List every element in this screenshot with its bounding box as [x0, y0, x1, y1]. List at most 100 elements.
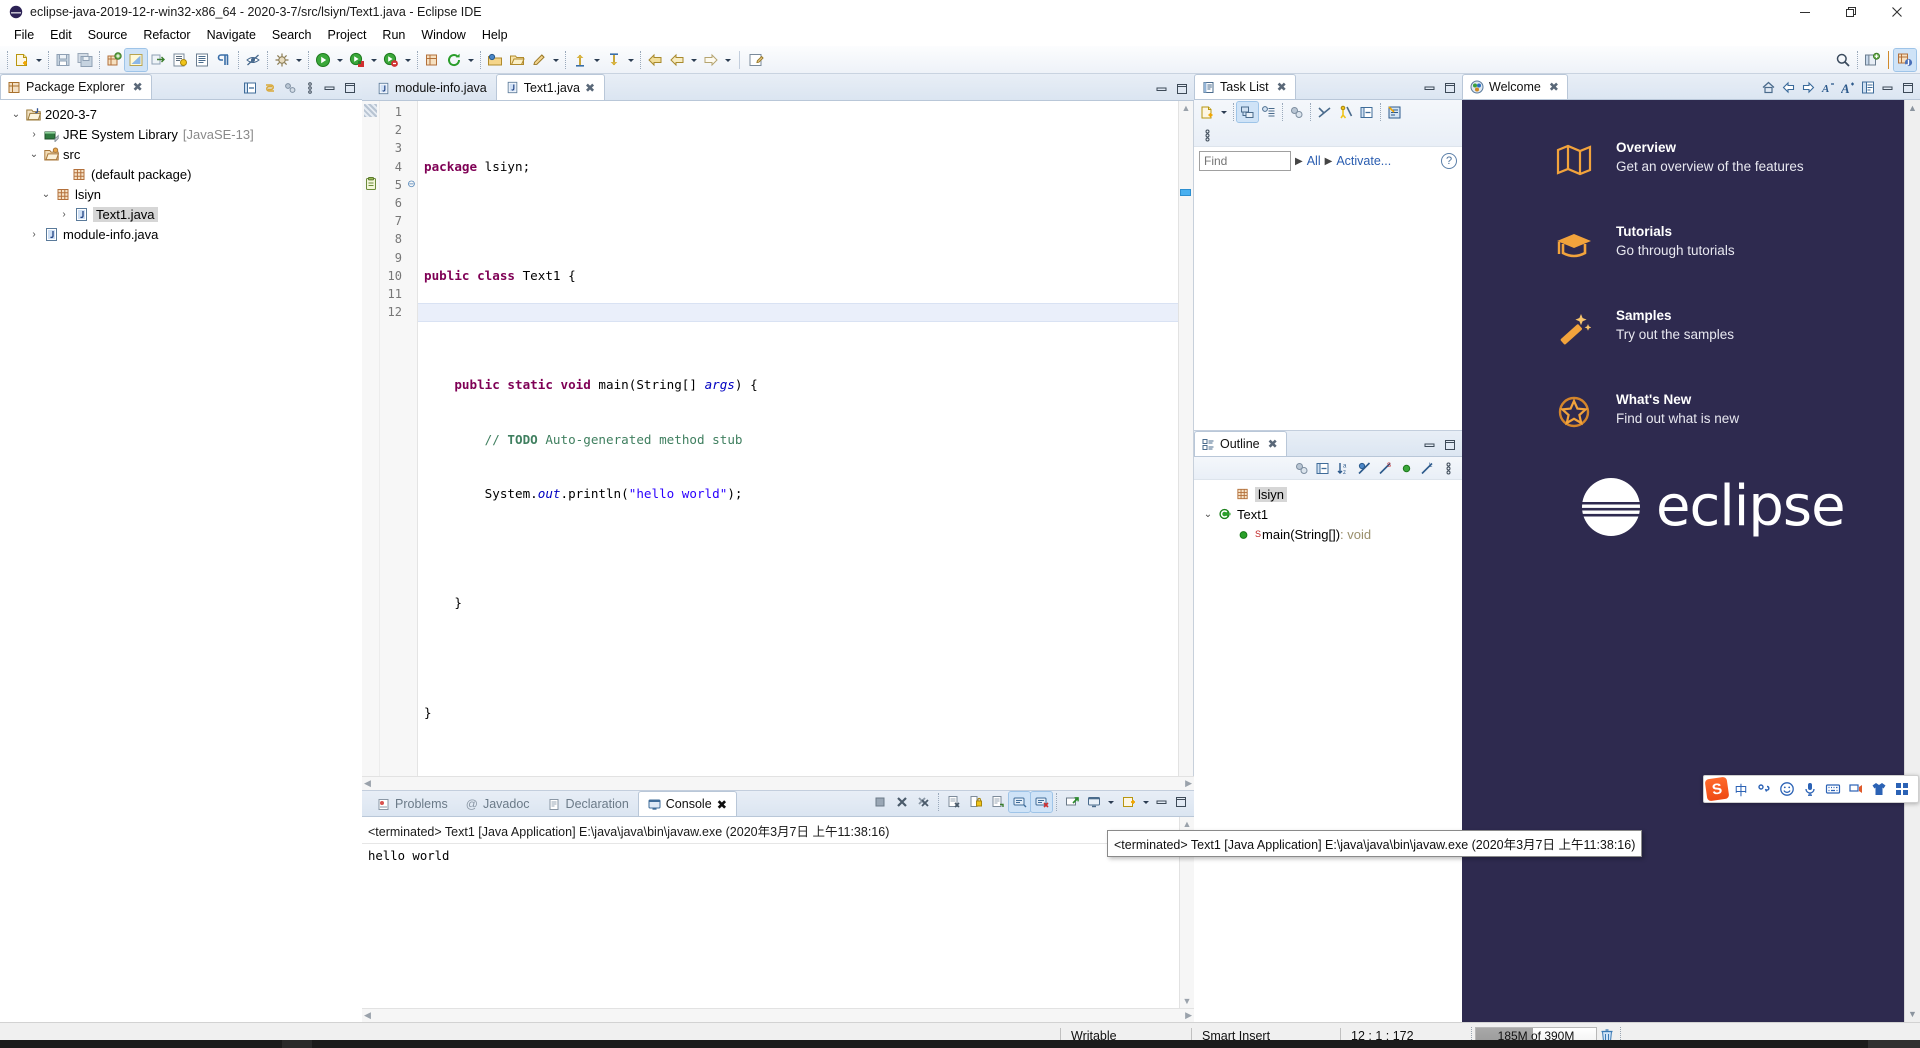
forward-icon[interactable] [700, 49, 722, 71]
maximize-editor-icon[interactable] [1173, 80, 1191, 97]
chevron-down-icon[interactable]: ⌄ [26, 149, 42, 160]
word-wrap-icon[interactable] [987, 792, 1008, 812]
sort-icon[interactable]: a z [1333, 458, 1354, 478]
open-perspective-button-icon[interactable] [1861, 49, 1883, 71]
close-icon[interactable]: ✖ [1549, 80, 1559, 94]
increase-font-icon[interactable]: A [1839, 79, 1857, 96]
tree-item-jre-system-library[interactable]: › JRE System Library [JavaSE-13] [0, 124, 362, 144]
java-editor-icon[interactable] [124, 47, 148, 72]
task-list-body[interactable] [1194, 175, 1462, 430]
remove-all-launches-icon[interactable] [913, 792, 934, 812]
sogou-logo-icon[interactable]: S [1704, 776, 1730, 802]
run-last-tool-icon[interactable] [380, 49, 402, 71]
remove-launch-icon[interactable] [891, 792, 912, 812]
sogou-ime-toolbar[interactable]: S 中 [1703, 775, 1919, 803]
close-button[interactable] [1874, 0, 1920, 24]
focus-on-active-task-icon[interactable] [1291, 458, 1312, 478]
open-console-dropdown-icon[interactable] [1140, 791, 1152, 813]
menu-project[interactable]: Project [320, 26, 375, 44]
chevron-down-icon[interactable]: ⌄ [8, 109, 24, 120]
editor-marker-ruler[interactable] [362, 101, 380, 776]
help-icon[interactable]: ? [1441, 153, 1457, 169]
editor-horizontal-scrollbar[interactable]: ◀ ▶ [362, 776, 1194, 790]
voice-input-icon[interactable] [1800, 779, 1820, 799]
more-apps-icon[interactable] [1892, 779, 1912, 799]
minimize-view-icon[interactable] [1421, 79, 1439, 96]
display-dropdown-icon[interactable] [1105, 791, 1117, 813]
refresh-dropdown-icon[interactable] [465, 49, 477, 71]
hide-fields-icon[interactable] [1354, 458, 1375, 478]
open-type-icon[interactable] [169, 49, 191, 71]
run-icon[interactable] [312, 49, 334, 71]
save-icon[interactable] [52, 49, 74, 71]
editor-source-code[interactable]: package lsiyn; public class Text1 { publ… [418, 101, 1178, 776]
editor-folding-column[interactable]: ⊖ [406, 101, 418, 776]
chevron-down-icon[interactable]: ⌄ [1200, 509, 1216, 520]
console-horizontal-scrollbar[interactable]: ◀ ▶ [362, 1008, 1194, 1022]
tab-welcome[interactable]: Welcome ✖ [1462, 74, 1568, 99]
console-output-text[interactable]: hello world [362, 844, 1194, 1022]
scheduled-presentation-icon[interactable] [1258, 102, 1279, 122]
menu-file[interactable]: File [6, 26, 42, 44]
chinese-mode-toggle[interactable]: 中 [1731, 779, 1751, 799]
menu-run[interactable]: Run [374, 26, 413, 44]
scroll-up-icon[interactable]: ▲ [1908, 103, 1917, 113]
terminate-icon[interactable] [869, 792, 890, 812]
run-last-tool-dropdown-icon[interactable] [402, 49, 414, 71]
view-menu-filter-icon[interactable] [281, 79, 299, 96]
back-history-icon[interactable] [644, 49, 666, 71]
editor-vertical-scrollbar[interactable]: ▲ [1178, 101, 1193, 776]
welcome-vertical-scrollbar[interactable]: ▲ ▼ [1904, 100, 1920, 1022]
close-icon[interactable]: ✖ [1277, 80, 1287, 94]
hide-non-public-icon[interactable] [1396, 458, 1417, 478]
scroll-right-icon[interactable]: ▶ [1185, 1010, 1192, 1021]
skip-breakpoints-icon[interactable] [271, 49, 293, 71]
filter-tasks-icon[interactable] [1335, 102, 1356, 122]
scroll-right-icon[interactable]: ▶ [1185, 778, 1192, 789]
maximize-restore-button[interactable] [1828, 0, 1874, 24]
scroll-down-icon[interactable]: ▼ [1183, 996, 1192, 1006]
outline-item-method[interactable]: S main(String[]) : void [1194, 524, 1462, 544]
menu-refactor[interactable]: Refactor [135, 26, 198, 44]
open-console-icon[interactable] [1118, 792, 1139, 812]
menu-navigate[interactable]: Navigate [199, 26, 264, 44]
previous-annotation-dropdown-icon[interactable] [591, 49, 603, 71]
minimize-button[interactable] [1782, 0, 1828, 24]
coverage-dropdown-icon[interactable] [368, 49, 380, 71]
hide-local-types-icon[interactable]: L [1417, 458, 1438, 478]
editor-tab-text1[interactable]: Text1.java ✖ [495, 74, 606, 100]
maximize-view-icon[interactable] [341, 79, 359, 96]
display-selected-console-icon[interactable] [1083, 792, 1104, 812]
welcome-item-tutorials[interactable]: Tutorials Go through tutorials [1554, 224, 1904, 264]
new-untitled-text-file-icon[interactable] [745, 49, 767, 71]
minimize-view-icon[interactable] [1421, 436, 1439, 453]
back-icon[interactable] [666, 49, 688, 71]
edit-task-dropdown-icon[interactable] [550, 49, 562, 71]
tab-console[interactable]: Console ✖ [637, 791, 738, 816]
java-perspective-icon[interactable] [1893, 48, 1917, 72]
clear-console-icon[interactable] [943, 792, 964, 812]
tab-outline[interactable]: Outline ✖ [1194, 431, 1287, 456]
synchronize-changed-icon[interactable] [1314, 102, 1335, 122]
chevron-right-icon[interactable]: › [26, 129, 42, 140]
menu-help[interactable]: Help [474, 26, 516, 44]
activate-link[interactable]: Activate... [1336, 154, 1391, 168]
tab-package-explorer[interactable]: Package Explorer ✖ [0, 74, 152, 99]
new-java-project-icon[interactable] [421, 49, 443, 71]
edit-task-icon[interactable] [528, 49, 550, 71]
back-icon[interactable] [1779, 79, 1797, 96]
editor-text-area[interactable]: 1 2 3 4 5 6 7 8 9 10 11 12 ⊖ package lsi… [362, 101, 1194, 776]
tab-declaration[interactable]: Declaration [539, 792, 638, 816]
view-menu-icon[interactable] [301, 79, 319, 96]
menu-window[interactable]: Window [413, 26, 473, 44]
show-console-on-output-icon[interactable] [1008, 791, 1031, 813]
tree-item-package-lsiyn[interactable]: ⌄ lsiyn [0, 184, 362, 204]
maximize-view-icon[interactable] [1899, 79, 1917, 96]
emoji-icon[interactable] [1777, 779, 1797, 799]
welcome-item-whats-new[interactable]: What's New Find out what is new [1554, 392, 1904, 432]
close-icon[interactable]: ✖ [717, 797, 727, 812]
close-icon[interactable]: ✖ [585, 81, 595, 95]
home-icon[interactable] [1759, 79, 1777, 96]
minimize-console-icon[interactable] [1153, 794, 1171, 811]
maximize-view-icon[interactable] [1441, 79, 1459, 96]
